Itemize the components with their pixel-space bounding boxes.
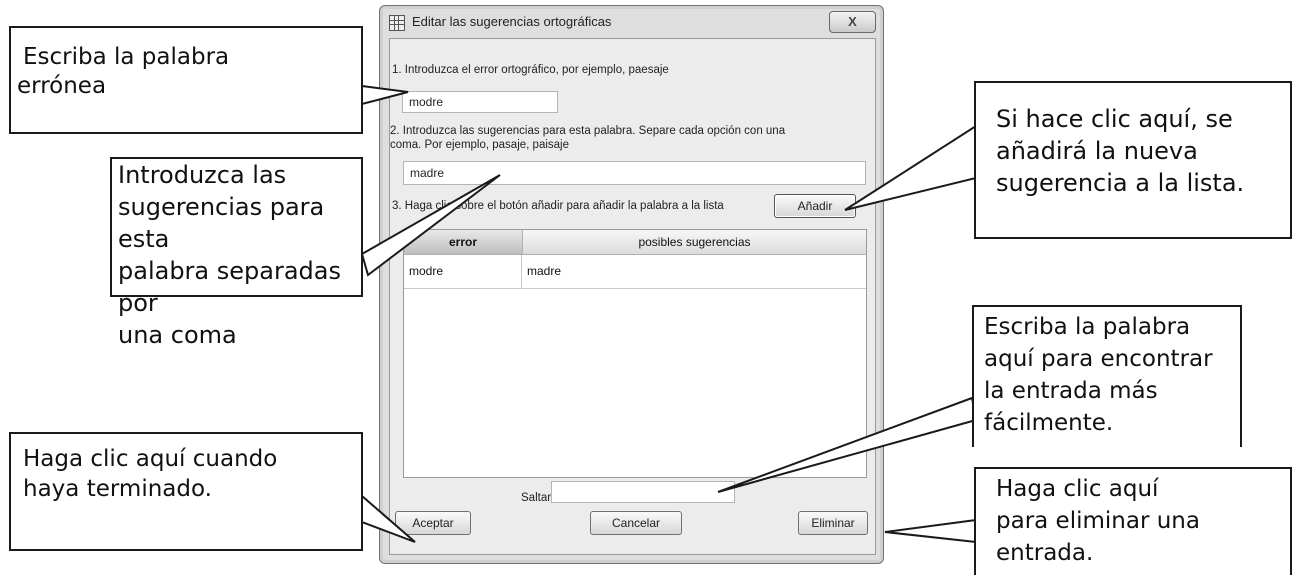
callout-suggestions-line3: palabra separadas por	[118, 257, 341, 317]
pointer-type-word	[361, 84, 409, 106]
callout-find: Escriba la palabra aquí para encontrar l…	[972, 305, 1242, 447]
callout-find-line2: aquí para encontrar	[984, 346, 1213, 372]
callout-delete-line1: Haga clic aquí	[996, 476, 1159, 502]
callout-find-line4: fácilmente.	[984, 410, 1114, 436]
callout-add-line2: añadirá la nueva	[996, 137, 1198, 165]
callout-suggestions-line1: Introduzca las	[118, 161, 287, 189]
callout-suggestions: Introduzca las sugerencias para esta pal…	[110, 157, 363, 349]
callout-delete-line2: para eliminar una	[996, 508, 1200, 534]
callout-add: Si hace clic aquí, se añadirá la nueva s…	[974, 81, 1292, 239]
callout-find-line3: la entrada más	[984, 378, 1158, 404]
callout-done-line1: Haga clic aquí cuando	[23, 446, 278, 472]
pointer-done	[361, 493, 416, 543]
callout-add-line3: sugerencia a la lista.	[996, 169, 1245, 197]
pointer-suggestions	[360, 174, 501, 277]
callout-delete-line3: entrada.	[996, 540, 1094, 566]
callout-type-word: Escriba la palabra errónea	[9, 26, 363, 134]
callout-type-word-line2: errónea	[17, 73, 107, 99]
pointer-delete	[884, 518, 977, 544]
callout-type-word-line1: Escriba la palabra	[23, 44, 230, 70]
callout-add-line1: Si hace clic aquí, se	[996, 105, 1233, 133]
callout-find-line1: Escriba la palabra	[984, 314, 1191, 340]
callout-done: Haga clic aquí cuando haya terminado.	[9, 432, 363, 551]
pointer-add	[844, 124, 977, 211]
callout-done-line2: haya terminado.	[23, 476, 212, 502]
callout-suggestions-line4: una coma	[118, 321, 237, 349]
callout-suggestions-line2: sugerencias para esta	[118, 193, 325, 253]
callout-delete: Haga clic aquí para eliminar una entrada…	[974, 467, 1292, 575]
pointer-find	[717, 396, 978, 493]
